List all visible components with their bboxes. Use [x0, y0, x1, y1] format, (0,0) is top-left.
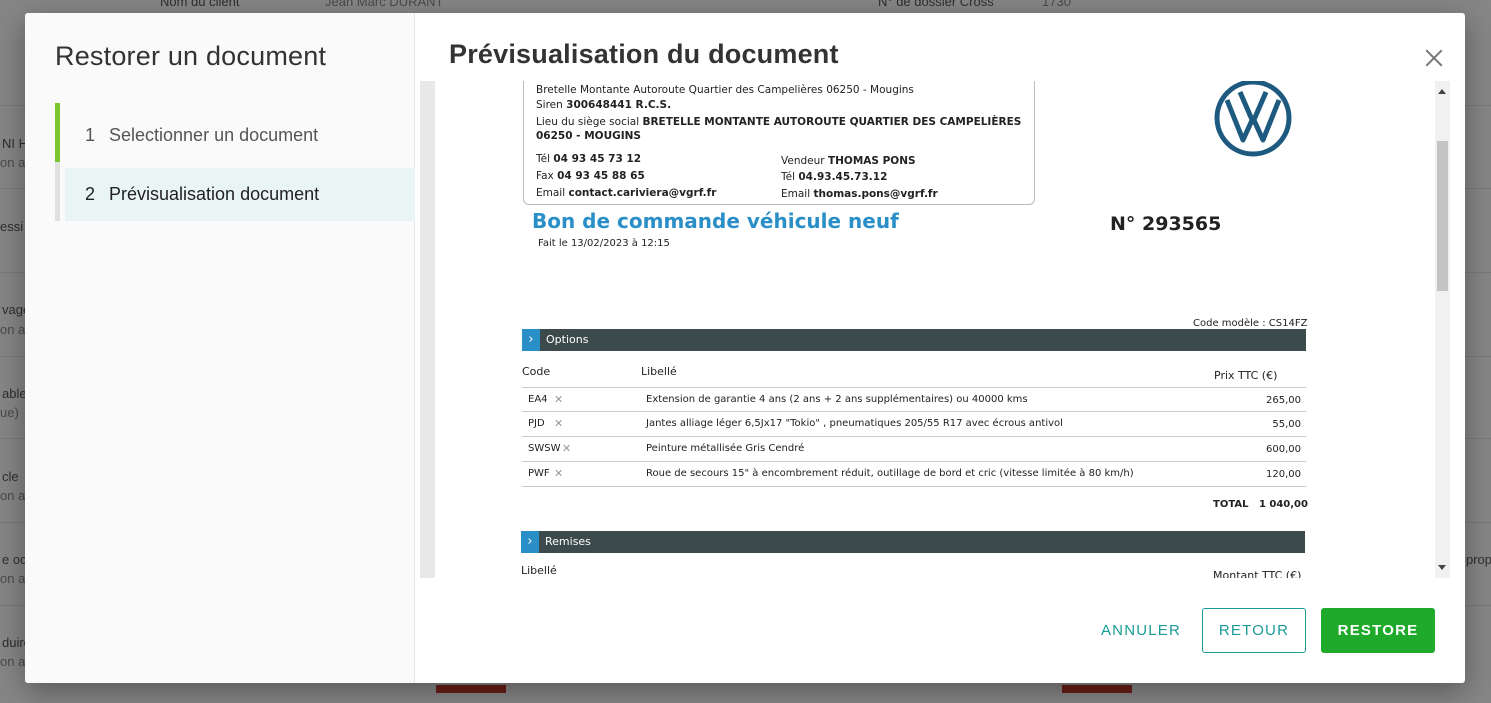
column-header-libelle: Libellé	[641, 365, 677, 378]
step-label: Prévisualisation document	[109, 184, 320, 204]
email-label: Email	[536, 187, 566, 199]
tools-icon: ✕	[562, 442, 572, 455]
option-prix: 600,00	[1266, 444, 1301, 455]
viewer-scrollbar[interactable]	[1435, 81, 1450, 578]
modal-sidebar: Restorer un document 1 Selectionner un d…	[25, 13, 415, 683]
table-row: SWSW ✕ Peinture métallisée Gris Cendré 6…	[522, 437, 1306, 462]
tools-icon: ✕	[554, 393, 564, 406]
vendeur-label: Vendeur	[781, 155, 825, 167]
email-value: contact.cariviera@vgrf.fr	[568, 187, 717, 199]
siren-value: 300648441 R.C.S.	[566, 99, 672, 111]
column-header-code: Code	[522, 365, 551, 378]
section-label: Options	[546, 333, 589, 346]
chevron-right-icon: ›	[521, 531, 539, 553]
siren-label: Siren	[536, 99, 563, 111]
vendeur-value: THOMAS PONS	[827, 155, 916, 167]
stepper: 1 Selectionner un document 2 Prévisualis…	[55, 103, 415, 221]
table-row: PWF ✕ Roue de secours 15" à encombrement…	[522, 462, 1306, 487]
back-button[interactable]: RETOUR	[1202, 608, 1306, 653]
option-libelle: Roue de secours 15" à encombrement rédui…	[646, 468, 1134, 479]
document-title: Bon de commande véhicule neuf	[532, 209, 899, 233]
option-prix: 265,00	[1266, 395, 1301, 406]
step-indicator	[55, 103, 60, 162]
step-label: Selectionner un document	[109, 125, 319, 145]
modal-title: Restorer un document	[55, 41, 327, 71]
fax-label: Fax	[536, 170, 554, 182]
step-select-document[interactable]: 1 Selectionner un document	[55, 103, 415, 162]
close-icon[interactable]	[1423, 47, 1445, 69]
preview-title: Prévisualisation du document	[449, 39, 839, 69]
code-model: Code modèle : CS14FZ	[1193, 318, 1308, 329]
scroll-up-icon[interactable]	[1438, 89, 1446, 94]
remises-montant-header: Montant TTC (€)	[1213, 569, 1302, 578]
scroll-down-icon[interactable]	[1438, 565, 1446, 570]
vw-logo-icon	[1214, 81, 1292, 157]
tel-value: 04 93 45 73 12	[553, 153, 642, 165]
vendeur-email-value: thomas.pons@vgrf.fr	[813, 188, 938, 200]
document-number: N° 293565	[1110, 213, 1222, 235]
step-number: 1	[85, 125, 96, 145]
options-section-header: › Options	[522, 329, 1306, 351]
option-libelle: Extension de garantie 4 ans (2 ans + 2 a…	[646, 394, 1028, 405]
vendeur-tel-value: 04.93.45.73.12	[798, 171, 888, 183]
dealer-address: Bretelle Montante Autoroute Quartier des…	[536, 84, 914, 96]
option-code: PWF	[528, 468, 550, 479]
total-value: 1 040,00	[1258, 499, 1308, 510]
table-row: PJD ✕ Jantes alliage léger 6,5Jx17 "Toki…	[522, 412, 1306, 437]
restore-button[interactable]: RESTORE	[1321, 608, 1435, 653]
tools-icon: ✕	[554, 417, 564, 430]
section-label: Remises	[545, 535, 591, 548]
restore-document-modal: Restorer un document 1 Selectionner un d…	[25, 13, 1465, 683]
table-row: EA4 ✕ Extension de garantie 4 ans (2 ans…	[522, 387, 1306, 412]
options-total: TOTAL 1 040,00	[1213, 499, 1308, 510]
vendeur-email-label: Email	[781, 188, 811, 200]
step-preview-document[interactable]: 2 Prévisualisation document	[55, 162, 415, 221]
remises-section-header: › Remises	[521, 531, 1305, 553]
document-viewer[interactable]: Bretelle Montante Autoroute Quartier des…	[420, 81, 1450, 578]
option-libelle: Jantes alliage léger 6,5Jx17 "Tokio" , p…	[646, 418, 1063, 429]
remises-libelle-header: Libellé	[521, 564, 557, 577]
column-header-prix: Prix TTC (€)	[1214, 369, 1278, 382]
option-prix: 120,00	[1266, 469, 1301, 480]
step-number: 2	[85, 184, 96, 204]
scroll-thumb[interactable]	[1437, 141, 1448, 291]
siege-label: Lieu du siège social	[536, 116, 640, 128]
vendeur-tel-label: Tél	[781, 171, 796, 183]
fax-value: 04 93 45 88 65	[557, 170, 645, 182]
option-code: EA4	[528, 394, 548, 405]
document-date: Fait le 13/02/2023 à 12:15	[538, 238, 670, 249]
option-prix: 55,00	[1272, 419, 1301, 430]
step-indicator	[55, 162, 60, 221]
option-libelle: Peinture métallisée Gris Cendré	[646, 443, 805, 454]
modal-content: Prévisualisation du document Bretelle Mo…	[415, 13, 1465, 683]
option-code: SWSW	[528, 443, 561, 454]
siege-value-line2: 06250 - MOUGINS	[536, 130, 641, 142]
document-page: Bretelle Montante Autoroute Quartier des…	[435, 81, 1435, 578]
chevron-right-icon: ›	[522, 329, 540, 351]
tel-label: Tél	[536, 153, 551, 165]
tools-icon: ✕	[554, 467, 564, 480]
option-code: PJD	[528, 418, 545, 429]
siege-value: BRETELLE MONTANTE AUTOROUTE QUARTIER DES…	[642, 116, 1022, 128]
total-label: TOTAL	[1213, 499, 1249, 510]
cancel-button[interactable]: ANNULER	[1091, 608, 1191, 653]
